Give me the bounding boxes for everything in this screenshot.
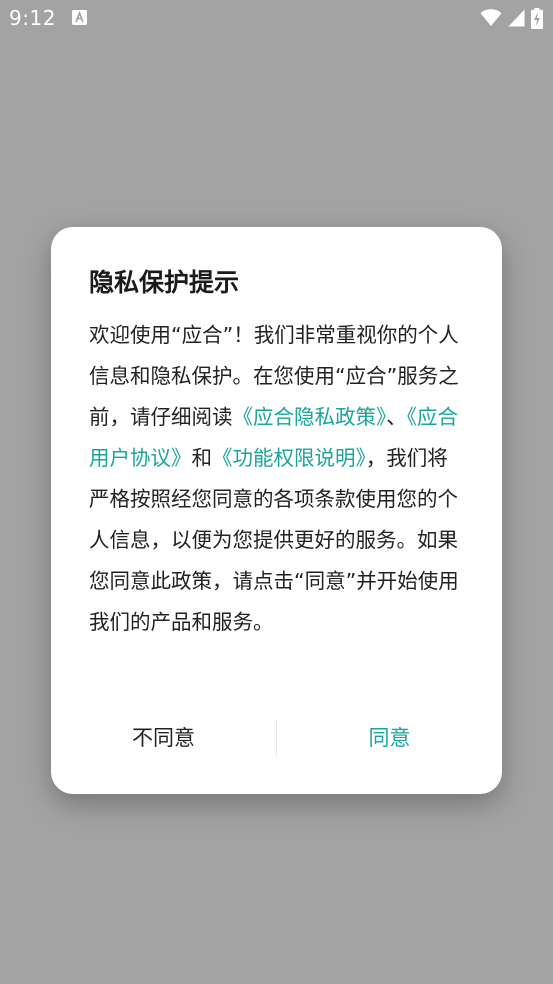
signal-icon	[508, 9, 525, 27]
body-separator: 、	[386, 405, 407, 429]
status-bar: 9:12	[0, 0, 553, 37]
battery-charging-icon	[531, 7, 543, 29]
dialog-title: 隐私保护提示	[89, 268, 240, 297]
disagree-button[interactable]: 不同意	[51, 719, 276, 757]
font-a-icon	[72, 10, 87, 25]
permissions-link[interactable]: 《功能权限说明》	[212, 446, 366, 470]
dialog-body: 欢迎使用“应合”！我们非常重视你的个人信息和隐私保护。在您使用“应合”服务之前，…	[89, 315, 459, 643]
agree-button[interactable]: 同意	[277, 719, 502, 757]
body-text-outro: ，我们将严格按照经您同意的各项条款使用您的个人信息，以便为您提供更好的服务。如果…	[89, 446, 459, 634]
status-time: 9:12	[9, 6, 56, 30]
privacy-dialog: 隐私保护提示 欢迎使用“应合”！我们非常重视你的个人信息和隐私保护。在您使用“应…	[51, 227, 502, 794]
wifi-icon	[480, 9, 502, 26]
body-conjunction: 和	[191, 446, 213, 470]
privacy-policy-link[interactable]: 《应合隐私政策》	[233, 405, 387, 429]
status-icons	[480, 7, 543, 29]
